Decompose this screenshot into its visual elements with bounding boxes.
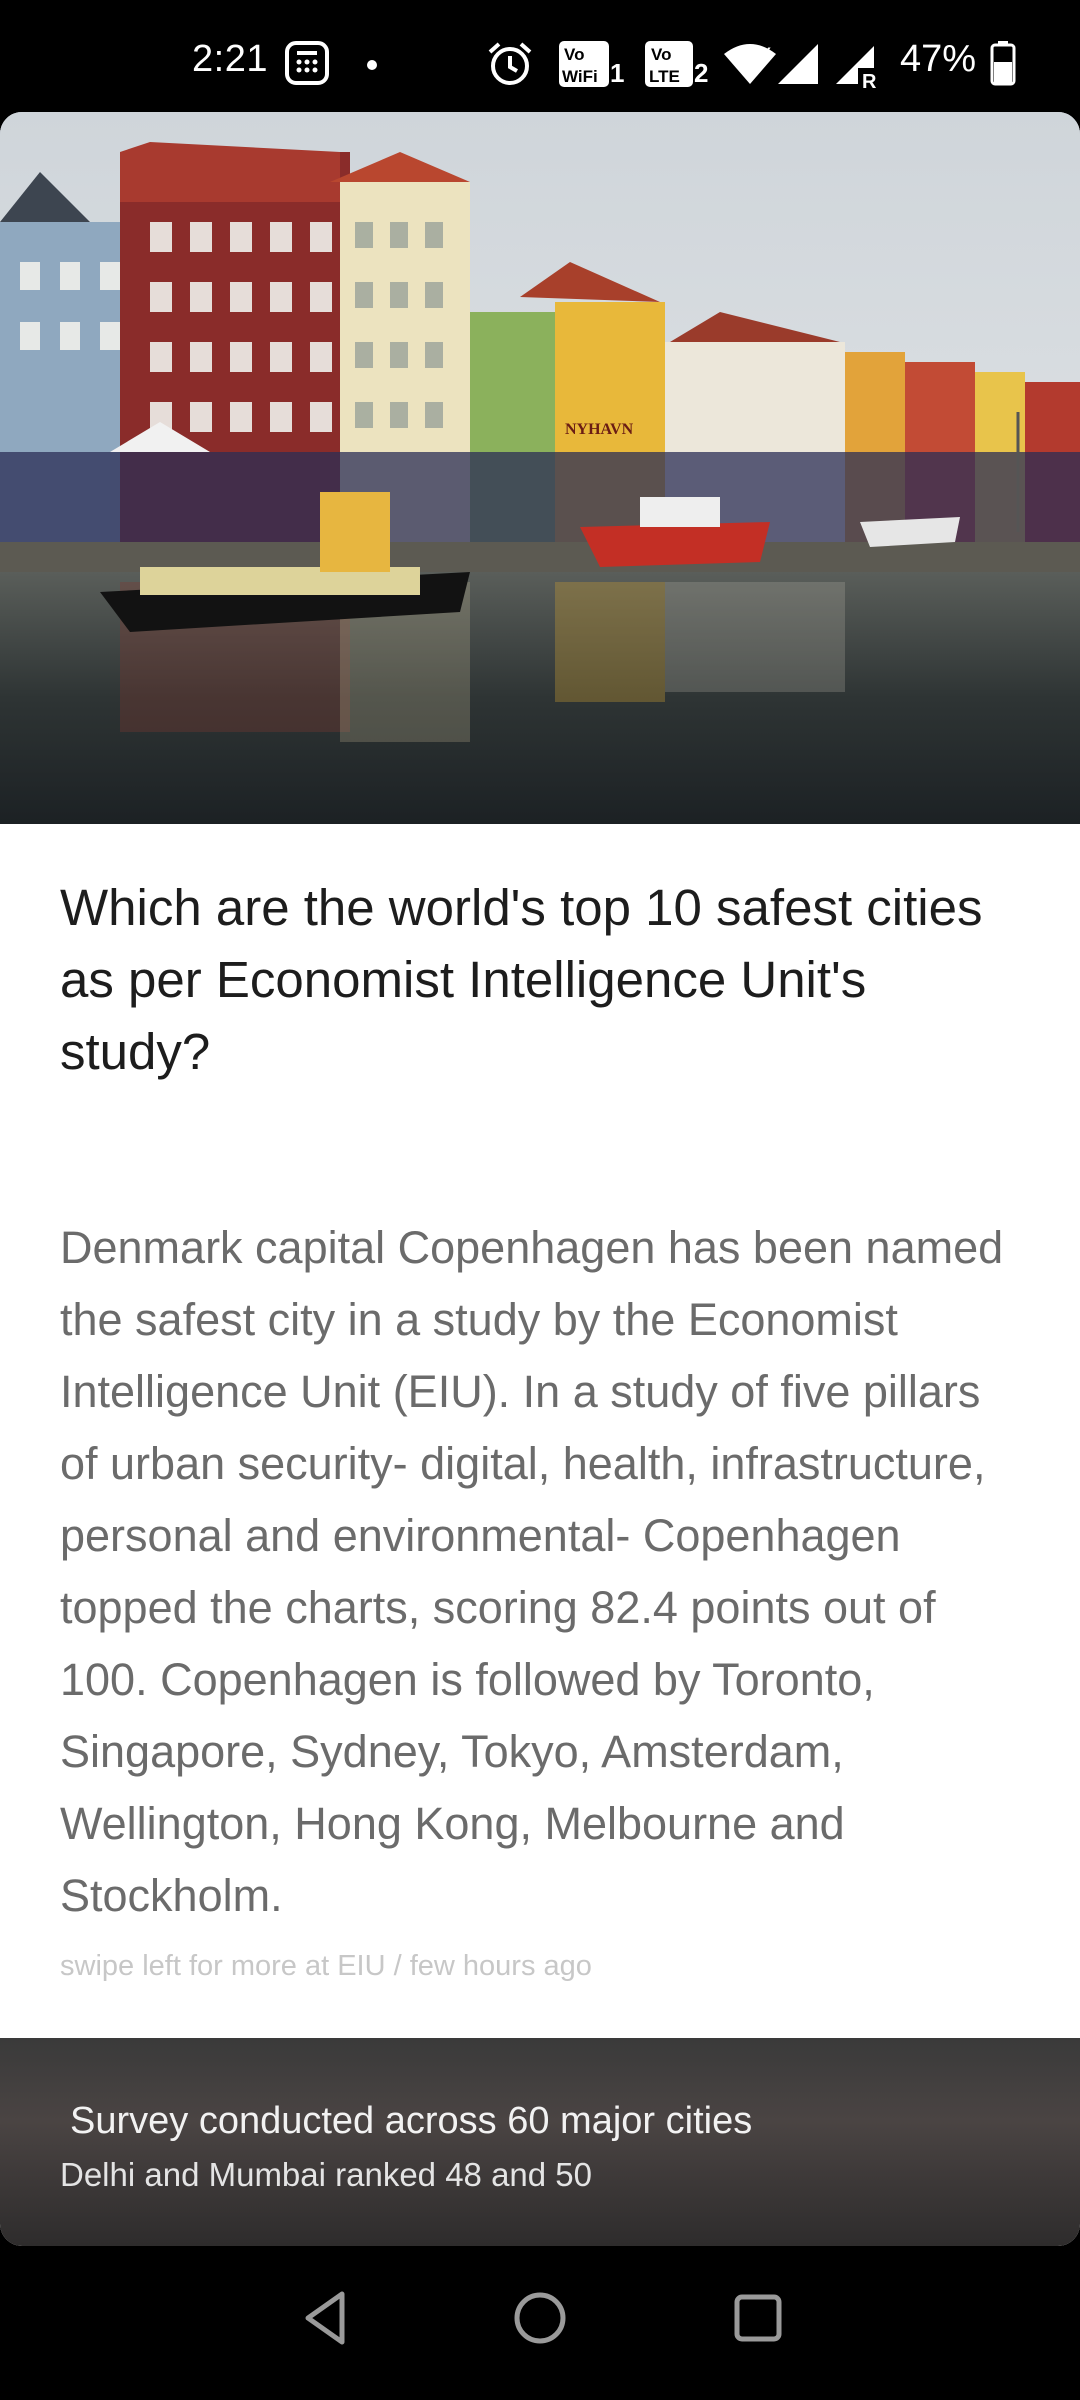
related-story-banner[interactable]: Survey conducted across 60 major cities … (0, 2038, 1080, 2246)
banner-title: Survey conducted across 60 major cities (70, 2100, 753, 2142)
svg-text:Vo: Vo (564, 45, 584, 64)
article-image[interactable]: NYHAVN (0, 112, 1080, 824)
svg-text:WiFi: WiFi (562, 67, 598, 86)
alarm-icon (486, 40, 534, 93)
banner-subtitle: Delhi and Mumbai ranked 48 and 50 (60, 2156, 593, 2193)
calculator-notification-icon (284, 40, 330, 91)
svg-text:LTE: LTE (649, 67, 680, 86)
svg-text:1: 1 (610, 58, 624, 88)
battery-icon (990, 40, 1016, 91)
status-bar: 2:21 Vo WiFi 1 Vo LTE 2 x R 47% (0, 0, 1080, 112)
vowifi-icon: Vo WiFi 1 (558, 40, 624, 93)
svg-text:R: R (862, 71, 877, 90)
recents-icon[interactable] (728, 2288, 788, 2353)
dot-icon (366, 58, 378, 76)
signal-icon (776, 42, 820, 91)
article-body: Denmark capital Copenhagen has been name… (60, 1222, 1004, 1921)
battery-percentage: 47% (900, 38, 977, 80)
harbor-sign-text: NYHAVN (565, 421, 634, 438)
roaming-signal-icon: R (834, 42, 882, 95)
home-icon[interactable] (510, 2288, 570, 2353)
wifi-icon: x (722, 42, 778, 91)
svg-text:x: x (762, 43, 771, 60)
article-headline: Which are the world's top 10 safest citi… (60, 879, 983, 1080)
svg-text:Vo: Vo (651, 45, 671, 64)
navigation-bar (0, 2246, 1080, 2400)
article-source-meta[interactable]: swipe left for more at EIU / few hours a… (60, 1950, 1020, 1983)
back-icon[interactable] (298, 2288, 358, 2353)
nyhavn-harbor-photo: NYHAVN (0, 112, 1080, 824)
status-time: 2:21 (192, 38, 268, 80)
svg-text:2: 2 (694, 58, 708, 88)
volte-icon: Vo LTE 2 (644, 40, 710, 93)
news-card[interactable]: NYHAVN Which are the world's top 10 safe… (0, 112, 1080, 2246)
